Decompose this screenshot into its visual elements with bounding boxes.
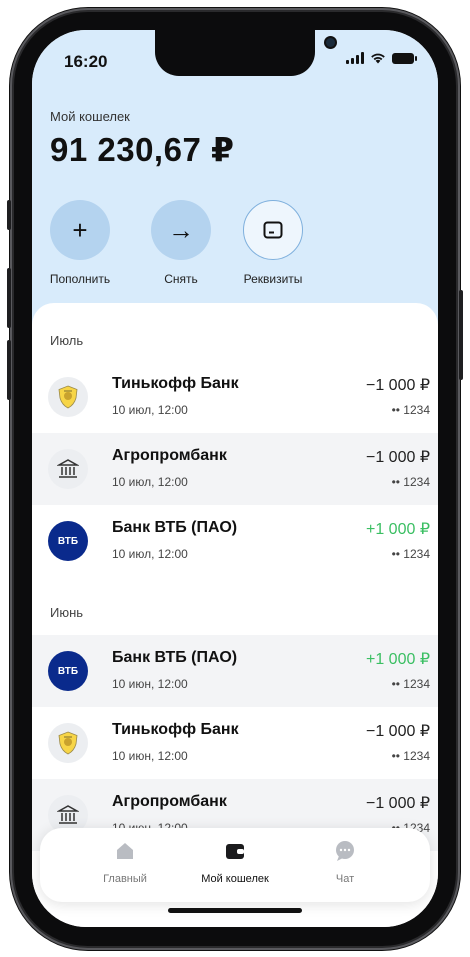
month-header: Июль [50, 333, 84, 348]
transaction-date: 10 июл, 12:00 [112, 547, 188, 561]
transaction-amount: +1 000 ₽ [365, 651, 430, 668]
transaction-date: 10 июн, 12:00 [112, 677, 188, 691]
notch [155, 30, 335, 76]
card-number: •• 1234 [391, 475, 430, 489]
bank-name: Агропромбанк [112, 447, 227, 464]
withdraw-button[interactable]: → Снять [136, 200, 226, 286]
transaction-row[interactable]: ВТБ Банк ВТБ (ПАО) 10 июн, 12:00 +1 000 … [32, 635, 438, 707]
bank-name: Тинькофф Банк [112, 375, 239, 392]
home-indicator[interactable] [168, 908, 302, 913]
bottom-tab-bar: Главный Мой кошелек Чат [40, 828, 430, 902]
card-number: •• 1234 [391, 749, 430, 763]
power-button [459, 290, 463, 380]
month-header: Июнь [50, 605, 84, 620]
vtb-logo-icon: ВТБ [48, 521, 88, 561]
silent-switch [7, 200, 11, 230]
transaction-row[interactable]: Тинькофф Банк 10 июн, 12:00 −1 000 ₽ •• … [32, 707, 438, 779]
bank-name: Банк ВТБ (ПАО) [112, 649, 238, 666]
bank-name: Агропромбанк [112, 793, 227, 810]
transaction-amount: −1 000 ₽ [365, 723, 430, 740]
tab-wallet[interactable]: Мой кошелек [180, 840, 290, 885]
tab-wallet-label: Мой кошелек [201, 873, 269, 885]
transaction-row[interactable]: Тинькофф Банк 10 июл, 12:00 −1 000 ₽ •• … [32, 361, 438, 433]
withdraw-label: Снять [164, 272, 198, 286]
transaction-amount: −1 000 ₽ [365, 377, 430, 394]
tab-chat[interactable]: Чат [290, 840, 400, 885]
battery-icon [392, 53, 417, 64]
transaction-amount: −1 000 ₽ [365, 449, 430, 466]
status-icons [346, 52, 417, 64]
tab-home-label: Главный [103, 873, 147, 885]
requisites-label: Реквизиты [243, 272, 303, 286]
bank-building-icon [48, 449, 88, 489]
status-time: 16:20 [64, 52, 108, 71]
top-up-button[interactable]: + Пополнить [35, 200, 125, 286]
volume-down-button [7, 340, 11, 400]
tinkoff-logo-icon [48, 377, 88, 417]
plus-icon: + [50, 200, 110, 260]
arrow-right-icon: → [151, 200, 211, 260]
transaction-date: 10 июн, 12:00 [112, 749, 188, 763]
signal-icon [346, 52, 364, 64]
transaction-date: 10 июл, 12:00 [112, 403, 188, 417]
wallet-balance: 91 230,67 ₽ [50, 131, 235, 168]
card-number: •• 1234 [391, 677, 430, 691]
volume-up-button [7, 268, 11, 328]
transaction-row[interactable]: Агропромбанк 10 июл, 12:00 −1 000 ₽ •• 1… [32, 433, 438, 505]
card-number: •• 1234 [391, 403, 430, 417]
wallet-title: Мой кошелек [50, 109, 130, 124]
transaction-amount: +1 000 ₽ [365, 521, 430, 538]
front-camera [326, 38, 335, 47]
vtb-logo-icon: ВТБ [48, 651, 88, 691]
bank-name: Банк ВТБ (ПАО) [112, 519, 238, 536]
wallet-header [32, 30, 438, 350]
transaction-date: 10 июл, 12:00 [112, 475, 188, 489]
transaction-amount: −1 000 ₽ [365, 795, 430, 812]
tinkoff-logo-icon [48, 723, 88, 763]
chat-icon [336, 841, 354, 861]
transaction-row[interactable]: ВТБ Банк ВТБ (ПАО) 10 июл, 12:00 +1 000 … [32, 505, 438, 577]
requisites-button[interactable]: Реквизиты [228, 200, 318, 286]
tab-home[interactable]: Главный [70, 840, 180, 885]
screen: 16:20 Мой кошелек 91 230,67 ₽ + Пополнит… [32, 30, 438, 927]
wifi-icon [371, 53, 385, 64]
home-icon [117, 843, 133, 859]
top-up-label: Пополнить [49, 272, 111, 286]
wallet-icon [226, 844, 244, 859]
bank-name: Тинькофф Банк [112, 721, 239, 738]
card-icon [243, 200, 303, 260]
card-number: •• 1234 [391, 547, 430, 561]
tab-chat-label: Чат [335, 873, 355, 885]
